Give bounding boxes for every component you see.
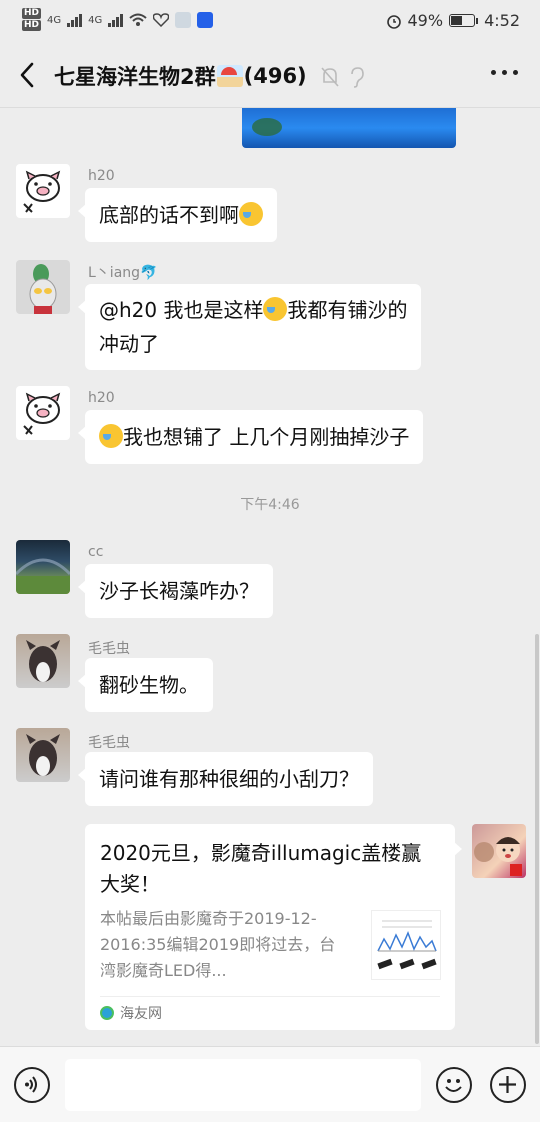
- message-bubble[interactable]: 沙子长褐藻咋办？: [78, 564, 273, 618]
- app-notification-icon: [197, 12, 214, 28]
- chat-title: 七星海洋生物2群 (496): [54, 61, 307, 91]
- app-notification-icon: [175, 12, 192, 28]
- message-text: @h20 我也是这样: [99, 298, 264, 322]
- source-name: 海友网: [120, 1006, 162, 1022]
- plus-icon[interactable]: [490, 1067, 526, 1103]
- crying-emoji-icon: [99, 424, 123, 448]
- message-input[interactable]: [65, 1059, 421, 1111]
- crying-emoji-icon: [239, 202, 263, 226]
- link-card-source: 海友网: [100, 1003, 162, 1023]
- message-text: 我也想铺了 上几个月刚抽掉沙子: [123, 425, 410, 449]
- battery-percent: 49%: [407, 11, 444, 30]
- sender-name: cc: [88, 544, 104, 560]
- hd-label: HD: [22, 8, 42, 19]
- my-avatar[interactable]: [472, 824, 526, 878]
- avatar[interactable]: [16, 386, 70, 440]
- dog-avatar-icon: [26, 734, 60, 776]
- hd-indicator: HD HD: [22, 8, 42, 32]
- wifi-icon: [129, 13, 147, 26]
- sender-name: L丶iang🐬: [88, 265, 158, 281]
- ear-icon: [351, 67, 364, 88]
- avatar[interactable]: [16, 164, 70, 218]
- chat-scroll-area[interactable]: h20 底部的话不到啊 L丶iang🐬 @h20 我也是这样 我都有铺沙的 冲动了…: [0, 108, 540, 1046]
- avatar[interactable]: [16, 728, 70, 782]
- link-card[interactable]: 2020元旦，影魔奇illumagic盖楼赢大奖！ 本帖最后由影魔奇于2019-…: [85, 824, 462, 1030]
- message-bubble[interactable]: 我也想铺了 上几个月刚抽掉沙子: [77, 410, 424, 464]
- network-label: 4G: [88, 14, 103, 26]
- sender-name: h20: [88, 390, 115, 406]
- divider: [100, 996, 440, 997]
- message-text: 冲动了: [99, 332, 159, 356]
- link-card-title: 2020元旦，影魔奇illumagic盖楼赢大奖！: [100, 841, 422, 896]
- signal-icon: [67, 13, 83, 27]
- battery-icon: [449, 14, 479, 27]
- message-text: 沙子长褐藻咋办？: [99, 579, 259, 603]
- network-label: 4G: [47, 14, 62, 26]
- avatar[interactable]: [16, 260, 70, 314]
- rainbow-landscape-icon: [16, 558, 70, 594]
- emoji-icon[interactable]: [436, 1067, 472, 1103]
- input-bar: [0, 1046, 540, 1122]
- scrollbar[interactable]: [535, 634, 539, 1044]
- hd-label: HD: [22, 20, 42, 31]
- dog-avatar-icon: [26, 640, 60, 682]
- link-card-description: 本帖最后由影魔奇于2019-12-2016:35编辑2019即将过去，台湾影魔奇…: [100, 909, 336, 980]
- chat-header: 七星海洋生物2群 (496): [0, 42, 540, 108]
- link-card-thumbnail: [371, 910, 441, 980]
- member-count: (496): [243, 64, 307, 88]
- message-bubble[interactable]: @h20 我也是这样 我都有铺沙的 冲动了: [77, 284, 422, 370]
- pig-avatar-icon: [23, 170, 61, 213]
- health-icon: [153, 13, 170, 27]
- mute-bell-icon: [321, 67, 339, 87]
- pig-avatar-icon: [23, 392, 61, 435]
- voice-input-icon[interactable]: [14, 1067, 50, 1103]
- sender-name: 毛毛虫: [88, 735, 130, 751]
- message-bubble[interactable]: 请问谁有那种很细的小刮刀？: [78, 752, 373, 806]
- beach-umbrella-icon: [216, 65, 243, 87]
- child-avatar-icon: [474, 837, 522, 876]
- avatar[interactable]: [16, 634, 70, 688]
- source-logo-icon: [100, 1006, 114, 1020]
- back-arrow-icon[interactable]: [16, 60, 40, 90]
- image-message[interactable]: [242, 108, 456, 148]
- clock: 4:52: [484, 11, 520, 30]
- crying-emoji-icon: [263, 297, 288, 321]
- message-text: 翻砂生物。: [99, 673, 199, 697]
- message-text: 底部的话不到啊: [99, 203, 239, 227]
- message-text: 我都有铺沙的: [287, 298, 408, 322]
- message-text: 请问谁有那种很细的小刮刀？: [99, 767, 359, 791]
- sender-name: h20: [88, 168, 115, 184]
- message-bubble[interactable]: 底部的话不到啊: [78, 188, 277, 242]
- sender-name: 毛毛虫: [88, 641, 130, 657]
- group-name: 七星海洋生物2群: [54, 65, 216, 89]
- ultraman-avatar-icon: [29, 264, 57, 314]
- timestamp: 下午4:46: [240, 497, 300, 513]
- more-icon[interactable]: [491, 70, 518, 75]
- signal-icon: [108, 13, 124, 27]
- alarm-icon: [386, 14, 401, 29]
- message-bubble[interactable]: 翻砂生物。: [78, 658, 213, 712]
- avatar[interactable]: [16, 540, 70, 594]
- status-bar: HD HD 4G 4G 49% 4:52: [0, 0, 540, 42]
